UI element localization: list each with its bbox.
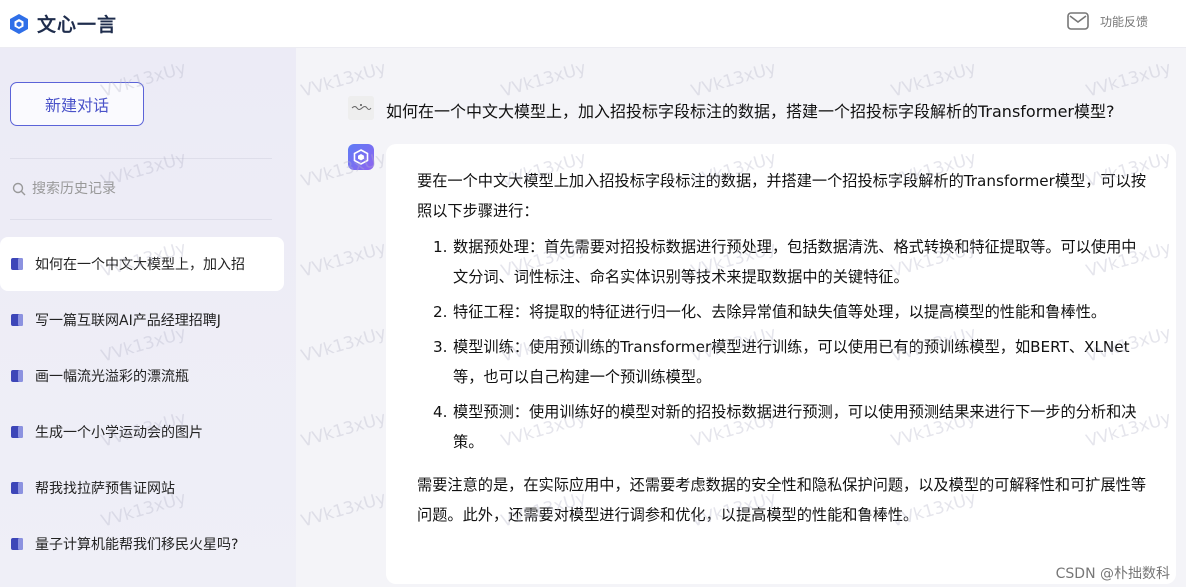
csdn-credit: CSDN @朴拙数科: [1055, 566, 1170, 582]
chat-icon: [11, 538, 23, 550]
mail-icon: [1067, 12, 1089, 30]
feedback-label: 功能反馈: [1099, 14, 1148, 29]
chat-icon: [11, 482, 23, 494]
history-item[interactable]: 量子计算机能帮我们移民火星吗?: [0, 517, 284, 571]
answer-step: 4. 模型预测：使用训练好的模型对新的招投标数据进行预测，可以使用预测结果来进行…: [433, 397, 1146, 457]
user-avatar-icon: [348, 96, 374, 120]
sidebar: 新建对话 如何在一个中文大模型上，加入招 写一篇互联网AI产品经理招聘J 画一幅…: [0, 48, 296, 587]
sidebar-divider: [10, 158, 272, 159]
wenxin-logo-icon: [10, 13, 28, 34]
search-input[interactable]: [32, 181, 262, 197]
answer-step: 3. 模型训练：使用预训练的Transformer模型进行训练，可以使用已有的预…: [433, 332, 1146, 392]
new-chat-button[interactable]: 新建对话: [10, 82, 144, 126]
step-text: 特征工程：将提取的特征进行归一化、去除异常值和缺失值等处理，以提高模型的性能和鲁…: [453, 303, 1107, 321]
chat-icon: [11, 314, 23, 326]
step-number: 2.: [433, 303, 448, 321]
history-item-label: 生成一个小学运动会的图片: [35, 425, 203, 441]
conversation-area: 如何在一个中文大模型上，加入招投标字段标注的数据，搭建一个招投标字段解析的Tra…: [296, 48, 1186, 587]
chat-icon: [11, 258, 23, 270]
step-number: 3.: [433, 338, 448, 356]
step-text: 模型预测：使用训练好的模型对新的招投标数据进行预测，可以使用预测结果来进行下一步…: [453, 403, 1137, 451]
chat-icon: [11, 370, 23, 382]
top-bar: 文心一言 功能反馈: [0, 0, 1186, 48]
brand[interactable]: 文心一言: [8, 10, 117, 37]
step-text: 数据预处理：首先需要对招投标数据进行预处理，包括数据清洗、格式转换和特征提取等。…: [453, 238, 1137, 286]
history-item-label: 写一篇互联网AI产品经理招聘J: [35, 313, 221, 329]
history-item[interactable]: 画一幅流光溢彩的漂流瓶: [0, 349, 284, 403]
answer-intro: 要在一个中文大模型上加入招投标字段标注的数据，并搭建一个招投标字段解析的Tran…: [417, 172, 1147, 220]
history-item-label: 画一幅流光溢彩的漂流瓶: [35, 369, 189, 385]
answer-note: 需要注意的是，在实际应用中，还需要考虑数据的安全性和隐私保护问题，以及模型的可解…: [417, 476, 1146, 524]
history-item-label: 量子计算机能帮我们移民火星吗?: [35, 537, 239, 553]
answer-steps: 1. 数据预处理：首先需要对招投标数据进行预处理，包括数据清洗、格式转换和特征提…: [417, 232, 1146, 457]
feedback-button[interactable]: 功能反馈: [1067, 12, 1148, 30]
history-item[interactable]: 如何在一个中文大模型上，加入招: [0, 237, 284, 291]
answer-step: 2. 特征工程：将提取的特征进行归一化、去除异常值和缺失值等处理，以提高模型的性…: [433, 297, 1146, 327]
wenxin-bot-icon: [353, 149, 369, 165]
search-icon: [12, 182, 26, 196]
bot-avatar: [348, 144, 374, 170]
bot-answer-card: 要在一个中文大模型上加入招投标字段标注的数据，并搭建一个招投标字段解析的Tran…: [386, 144, 1176, 584]
history-item[interactable]: 写一篇互联网AI产品经理招聘J: [0, 293, 284, 347]
history-item-label: 如何在一个中文大模型上，加入招: [35, 257, 245, 273]
history-search[interactable]: [12, 178, 272, 200]
user-avatar: [348, 96, 374, 120]
history-item[interactable]: 生成一个小学运动会的图片: [0, 405, 284, 459]
history-item-label: 帮我找拉萨预售证网站: [35, 481, 175, 497]
step-number: 4.: [433, 403, 448, 421]
chat-icon: [11, 426, 23, 438]
step-number: 1.: [433, 238, 448, 256]
sidebar-divider: [10, 219, 272, 220]
step-text: 模型训练：使用预训练的Transformer模型进行训练，可以使用已有的预训练模…: [453, 338, 1130, 386]
history-item[interactable]: 帮我找拉萨预售证网站: [0, 461, 284, 515]
user-question: 如何在一个中文大模型上，加入招投标字段标注的数据，搭建一个招投标字段解析的Tra…: [386, 102, 1115, 121]
brand-name: 文心一言: [37, 14, 118, 36]
answer-step: 1. 数据预处理：首先需要对招投标数据进行预处理，包括数据清洗、格式转换和特征提…: [433, 232, 1146, 292]
